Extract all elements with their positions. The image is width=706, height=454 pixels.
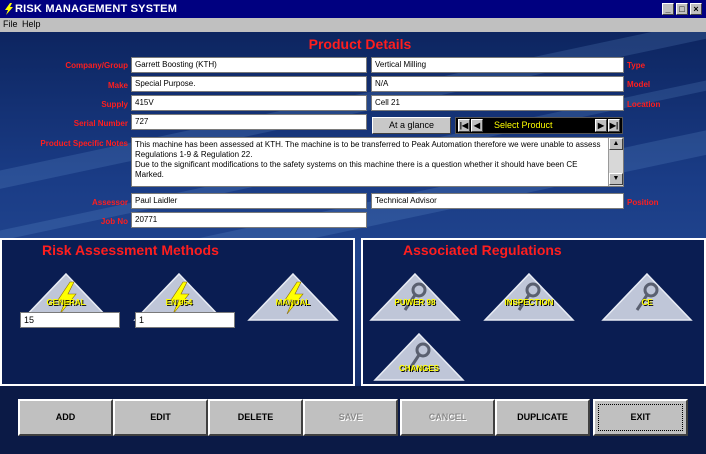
- changes-label: CHANGES: [398, 364, 439, 373]
- window-title: RISK MANAGEMENT SYSTEM: [15, 3, 178, 15]
- menu-bar: File Help: [0, 18, 706, 32]
- ce-regulation-button[interactable]: [601, 272, 693, 322]
- save-button[interactable]: SAVE: [303, 399, 398, 436]
- puwer98-regulation-button[interactable]: [369, 272, 461, 322]
- risk-assessment-panel: Risk Assessment Methods GENERAL EN 954 M…: [0, 238, 355, 386]
- add-button[interactable]: ADD: [18, 399, 113, 436]
- location-label: Location: [627, 100, 661, 109]
- manual-method-button[interactable]: [247, 272, 339, 322]
- close-button[interactable]: ×: [690, 3, 702, 15]
- next-record-button[interactable]: ▶: [595, 119, 607, 132]
- serial-label: Serial Number: [73, 119, 128, 128]
- exit-button[interactable]: EXIT: [593, 399, 688, 436]
- edit-button[interactable]: EDIT: [113, 399, 208, 436]
- ce-label: CE: [641, 298, 653, 307]
- company-field[interactable]: Garrett Boosting (KTH): [131, 57, 367, 73]
- changes-regulation-button[interactable]: [373, 332, 465, 382]
- select-product-text[interactable]: Select Product: [494, 120, 553, 130]
- serial-number-field[interactable]: 727: [131, 114, 367, 130]
- first-record-button[interactable]: |◀: [458, 119, 470, 132]
- position-label: Position: [627, 198, 659, 207]
- notes-scrollbar[interactable]: ▲ ▼: [608, 138, 623, 186]
- regulations-title: Associated Regulations: [403, 242, 562, 258]
- general-count-field[interactable]: 15: [20, 312, 120, 328]
- supply-label: Supply: [101, 100, 128, 109]
- at-a-glance-button[interactable]: At a glance: [372, 117, 451, 134]
- position-field[interactable]: Technical Advisor: [371, 193, 624, 209]
- location-field[interactable]: Cell 21: [371, 95, 624, 111]
- scroll-up-icon[interactable]: ▲: [609, 138, 623, 150]
- model-label: Model: [627, 80, 651, 89]
- inspection-regulation-button[interactable]: [483, 272, 575, 322]
- job-label: Job No: [100, 217, 128, 226]
- product-navigator: |◀ ◀ Select Product ▶ ▶|: [455, 117, 623, 134]
- supply-field[interactable]: 415V: [131, 95, 367, 111]
- menu-help[interactable]: Help: [22, 19, 41, 29]
- notes-label: Product Specific Notes: [40, 139, 128, 148]
- previous-record-button[interactable]: ◀: [471, 119, 483, 132]
- model-field[interactable]: N/A: [371, 76, 624, 92]
- title-bar: RISK MANAGEMENT SYSTEM _ □ ×: [0, 0, 706, 18]
- maximize-button[interactable]: □: [676, 3, 688, 15]
- delete-button[interactable]: DELETE: [208, 399, 303, 436]
- type-field[interactable]: Vertical Milling: [371, 57, 624, 73]
- page-title: Product Details: [308, 36, 412, 52]
- lightning-logo-icon: [5, 3, 13, 15]
- manual-method-label: MANUAL: [275, 298, 311, 307]
- type-label: Type: [627, 61, 646, 70]
- en954-count-field[interactable]: 1: [135, 312, 235, 328]
- make-label: Make: [107, 81, 128, 90]
- notes-textarea[interactable]: This machine has been assessed at KTH. T…: [131, 137, 624, 187]
- assessor-field[interactable]: Paul Laidler: [131, 193, 367, 209]
- cancel-button[interactable]: CANCEL: [400, 399, 495, 436]
- company-label: Company/Group: [65, 61, 128, 70]
- associated-regulations-panel: Associated Regulations PUWER 98 INSPECTI…: [361, 238, 706, 386]
- last-record-button[interactable]: ▶|: [608, 119, 620, 132]
- job-number-field[interactable]: 20771: [131, 212, 367, 228]
- general-method-label: GENERAL: [46, 298, 86, 307]
- make-field[interactable]: Special Purpose.: [131, 76, 367, 92]
- duplicate-button[interactable]: DUPLICATE: [495, 399, 590, 436]
- scroll-down-icon[interactable]: ▼: [609, 173, 623, 185]
- menu-file[interactable]: File: [3, 19, 18, 29]
- assessor-label: Assessor: [91, 198, 128, 207]
- puwer98-label: PUWER 98: [394, 298, 436, 307]
- minimize-button[interactable]: _: [662, 3, 674, 15]
- risk-methods-title: Risk Assessment Methods: [42, 242, 219, 258]
- en954-method-label: EN 954: [165, 298, 193, 307]
- inspection-label: INSPECTION: [504, 298, 554, 307]
